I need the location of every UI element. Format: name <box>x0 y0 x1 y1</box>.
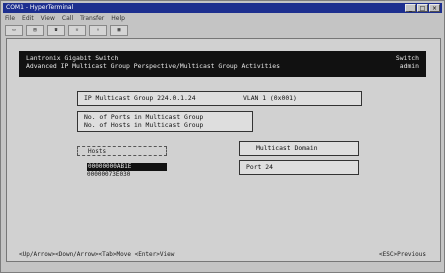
product-name: Lantronix Gigabit Switch <box>26 54 119 62</box>
open-icon[interactable]: ▤ <box>26 24 44 36</box>
menu-transfer[interactable]: Transfer <box>80 14 104 23</box>
call-icon[interactable]: ☏ <box>68 24 86 36</box>
domain-title: Multicast Domain <box>256 144 318 152</box>
domain-title-box: Multicast Domain <box>239 141 359 156</box>
menu-file[interactable]: File <box>5 14 15 23</box>
menu-path: Advanced IP Multicast Group Perspective/… <box>26 62 280 70</box>
terminal-screen[interactable]: Lantronix Gigabit Switch Advanced IP Mul… <box>6 38 441 262</box>
new-icon[interactable]: ▭ <box>5 24 23 36</box>
key-help-bar: <Up/Arrow><Down/Arrow><Tab>Move <Enter>V… <box>9 250 438 260</box>
menu-edit[interactable]: Edit <box>22 14 34 23</box>
key-help-left: <Up/Arrow><Down/Arrow><Tab>Move <Enter>V… <box>19 251 175 258</box>
menu-call[interactable]: Call <box>62 14 73 23</box>
ports-count-label: No. of Ports in Multicast Group <box>84 113 204 121</box>
maximize-icon[interactable]: □ <box>417 4 428 12</box>
host-item[interactable]: 00000073E030 <box>87 171 130 179</box>
hosts-count-label: No. of Hosts in Multicast Group <box>84 121 204 129</box>
close-icon[interactable]: × <box>429 4 440 12</box>
properties-icon[interactable]: ▦ <box>110 24 128 36</box>
domain-port: Port 24 <box>246 163 273 171</box>
hosts-panel: Hosts 00000000AB1E 00000073E030 <box>77 146 167 192</box>
title-bar: COM1 - HyperTerminal _ □ × <box>3 3 442 13</box>
counts-box: No. of Ports in Multicast Group No. of H… <box>77 111 253 132</box>
menu-help[interactable]: Help <box>111 14 125 23</box>
group-label: IP Multicast Group 224.0.1.24 <box>84 94 196 102</box>
vlan-label: VLAN 1 (0x001) <box>243 94 297 102</box>
group-info-box: IP Multicast Group 224.0.1.24 VLAN 1 (0x… <box>77 91 362 106</box>
user-label: admin <box>399 62 419 70</box>
switch-label: Switch <box>395 54 419 62</box>
send-icon[interactable]: ⇪ <box>89 24 107 36</box>
hosts-title: Hosts <box>77 146 167 156</box>
menu-view[interactable]: View <box>41 14 55 23</box>
window-title: COM1 - HyperTerminal <box>6 4 74 11</box>
switch-header: Lantronix Gigabit Switch Advanced IP Mul… <box>19 51 426 77</box>
toolbar: ▭ ▤ ☎ ☏ ⇪ ▦ <box>5 24 128 36</box>
host-item-selected[interactable]: 00000000AB1E <box>87 163 167 171</box>
terminal-window: COM1 - HyperTerminal _ □ × File Edit Vie… <box>0 0 445 273</box>
menu-bar: File Edit View Call Transfer Help <box>5 14 125 23</box>
domain-port-box[interactable]: Port 24 <box>239 160 359 175</box>
disconnect-icon[interactable]: ☎ <box>47 24 65 36</box>
key-help-right: <ESC>Previous <box>379 251 426 258</box>
minimize-icon[interactable]: _ <box>405 4 416 12</box>
